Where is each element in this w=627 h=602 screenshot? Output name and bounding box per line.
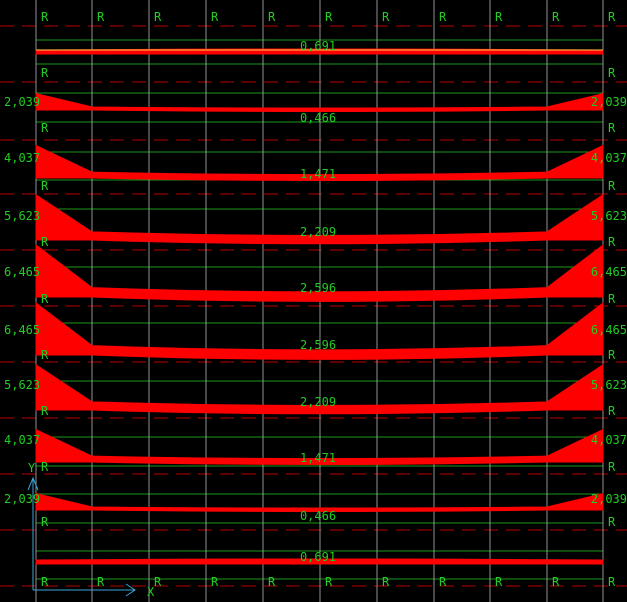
- moment-value-center: 1,471: [300, 451, 336, 465]
- moment-value-center: 1,471: [300, 167, 336, 181]
- support-label-r: R: [608, 10, 616, 24]
- support-label-r: R: [325, 10, 333, 24]
- support-label-r: R: [608, 575, 616, 589]
- moment-value-center: 2,209: [300, 395, 336, 409]
- moment-value-left: 2,039: [4, 492, 40, 506]
- support-label-r: R: [608, 460, 616, 474]
- moment-value-right: 4,037: [591, 433, 627, 447]
- moment-value-right: 6,465: [591, 323, 627, 337]
- support-label-r: R: [495, 575, 503, 589]
- support-label-r: R: [41, 235, 49, 249]
- moment-value-left: 4,037: [4, 433, 40, 447]
- support-label-r: R: [608, 348, 616, 362]
- y-axis-label: Y: [28, 461, 36, 475]
- support-label-r: R: [608, 515, 616, 529]
- moment-value-right: 2,039: [591, 492, 627, 506]
- moment-value-center: 2,596: [300, 338, 336, 352]
- support-label-r: R: [552, 575, 560, 589]
- support-label-r: R: [97, 575, 105, 589]
- support-label-r: R: [608, 121, 616, 135]
- support-label-r: R: [154, 10, 162, 24]
- support-label-r: R: [382, 575, 390, 589]
- support-label-r: R: [608, 179, 616, 193]
- moment-value-left: 2,039: [4, 95, 40, 109]
- moment-value-left: 4,037: [4, 151, 40, 165]
- moment-value-left: 6,465: [4, 265, 40, 279]
- support-label-r: R: [41, 66, 49, 80]
- support-label-r: R: [495, 10, 503, 24]
- support-label-r: R: [97, 10, 105, 24]
- moment-value-left: 6,465: [4, 323, 40, 337]
- moment-value-center: 2,596: [300, 281, 336, 295]
- moment-diagram-canvas: R R R R R R R R R R R R R R R R R R R R R R R R R R R R R R R R R R R R R R R R…: [0, 0, 627, 602]
- support-label-r: R: [608, 292, 616, 306]
- support-label-r: R: [608, 235, 616, 249]
- support-label-r: R: [41, 348, 49, 362]
- support-label-r: R: [608, 66, 616, 80]
- moment-value-center: 0,691: [300, 550, 336, 564]
- support-label-r: R: [41, 575, 49, 589]
- support-label-r: R: [41, 292, 49, 306]
- moment-value-right: 5,623: [591, 209, 627, 223]
- support-label-r: R: [41, 460, 49, 474]
- support-label-r: R: [211, 575, 219, 589]
- support-label-r: R: [382, 10, 390, 24]
- support-label-r: R: [41, 121, 49, 135]
- support-label-r: R: [608, 404, 616, 418]
- support-label-r: R: [268, 10, 276, 24]
- moment-value-right: 4,037: [591, 151, 627, 165]
- moment-value-center: 0,466: [300, 111, 336, 125]
- moment-value-center: 0,691: [300, 39, 336, 53]
- moment-value-left: 5,623: [4, 209, 40, 223]
- moment-value-center: 2,209: [300, 225, 336, 239]
- support-label-r: R: [268, 575, 276, 589]
- support-label-r: R: [41, 515, 49, 529]
- strip-moment-diagram: R R R R R R R R R R R R R R R R R R R R R R R R R R R R R R R R R R R R R R R R…: [0, 0, 627, 602]
- support-label-r: R: [41, 10, 49, 24]
- support-label-r: R: [552, 10, 560, 24]
- support-label-r: R: [325, 575, 333, 589]
- support-label-r: R: [439, 10, 447, 24]
- moment-value-right: 2,039: [591, 95, 627, 109]
- x-axis-label: X: [147, 585, 155, 599]
- support-label-r: R: [154, 575, 162, 589]
- moment-value-right: 5,623: [591, 378, 627, 392]
- moment-value-right: 6,465: [591, 265, 627, 279]
- moment-value-left: 5,623: [4, 378, 40, 392]
- support-label-r: R: [41, 404, 49, 418]
- moment-value-center: 0,466: [300, 509, 336, 523]
- support-label-r: R: [41, 179, 49, 193]
- support-label-r: R: [439, 575, 447, 589]
- support-label-r: R: [211, 10, 219, 24]
